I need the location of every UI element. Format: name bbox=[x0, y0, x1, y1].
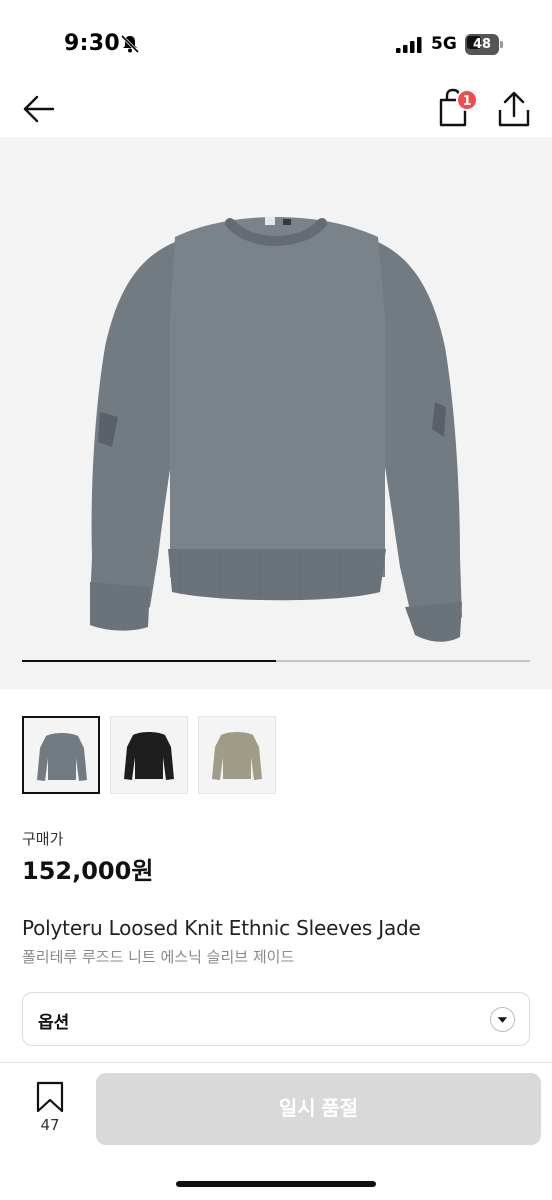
home-indicator[interactable] bbox=[176, 1181, 376, 1187]
option-label: 옵션 bbox=[38, 1013, 70, 1033]
cart-badge: 1 bbox=[456, 89, 478, 111]
carousel-progress-fill bbox=[22, 660, 276, 662]
back-arrow-icon[interactable] bbox=[20, 90, 58, 128]
share-icon[interactable] bbox=[496, 90, 532, 128]
status-time: 9:30 bbox=[64, 31, 120, 56]
thumbnail-grey[interactable] bbox=[22, 716, 100, 794]
bookmark-count: 47 bbox=[40, 1116, 60, 1134]
thumbnail-olive[interactable] bbox=[198, 716, 276, 794]
product-image-carousel[interactable] bbox=[0, 137, 552, 689]
product-subtitle: 폴리테루 루즈드 니트 에스닉 슬리브 제이드 bbox=[22, 948, 295, 966]
bottom-divider bbox=[0, 1062, 552, 1063]
nav-bar: 1 bbox=[0, 80, 552, 136]
bell-slash-icon bbox=[120, 34, 140, 54]
bookmark-button[interactable]: 47 bbox=[30, 1080, 70, 1140]
signal-icon bbox=[396, 37, 422, 53]
product-title: Polyteru Loosed Knit Ethnic Sleeves Jade bbox=[22, 916, 421, 940]
bookmark-icon bbox=[36, 1081, 64, 1113]
sold-out-button[interactable]: 일시 품절 bbox=[96, 1073, 541, 1145]
battery-icon: 48 bbox=[465, 34, 503, 55]
product-image bbox=[90, 217, 462, 642]
carousel-progress bbox=[22, 660, 530, 662]
price-value: 152,000원 bbox=[22, 857, 154, 885]
price-label: 구매가 bbox=[22, 830, 64, 848]
thumbnail-black[interactable] bbox=[110, 716, 188, 794]
status-bar: 9:30 5G 48 bbox=[0, 0, 552, 80]
thumbnail-strip bbox=[22, 716, 282, 794]
chevron-down-icon bbox=[490, 1007, 515, 1032]
network-label: 5G bbox=[431, 34, 457, 54]
battery-level: 48 bbox=[472, 37, 492, 52]
option-select[interactable]: 옵션 bbox=[22, 992, 530, 1046]
